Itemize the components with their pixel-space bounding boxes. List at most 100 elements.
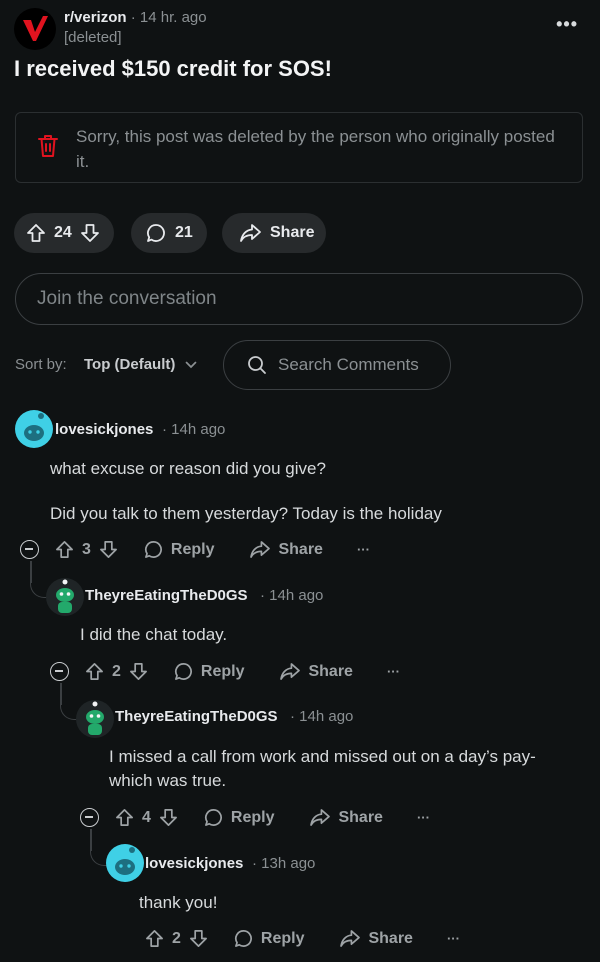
comment-actions: 2 Reply Share ··· — [145, 929, 460, 948]
sort-label: Sort by: — [15, 356, 67, 373]
post-time: 14 hr. ago — [139, 9, 207, 26]
more-options-icon[interactable]: ··· — [357, 542, 370, 557]
reply-button[interactable]: Reply — [144, 540, 215, 559]
subreddit-name[interactable]: r/verizon — [64, 9, 127, 26]
more-options-icon[interactable]: ··· — [417, 810, 430, 825]
search-comments-input[interactable]: Search Comments — [223, 340, 451, 390]
reply-button[interactable]: Reply — [234, 929, 305, 948]
collapse-icon[interactable] — [80, 808, 99, 827]
comment-body: I missed a call from work and missed out… — [109, 747, 536, 790]
post-meta: r/verizon · 14 hr. ago — [64, 9, 207, 26]
avatar[interactable] — [76, 700, 114, 738]
comment-time: 14h ago — [269, 587, 324, 604]
subreddit-avatar[interactable] — [14, 8, 56, 50]
menu-dots-icon[interactable]: ••• — [556, 14, 578, 35]
share-icon — [310, 809, 331, 826]
post-comment-count: 21 — [175, 224, 193, 241]
vote-count: 4 — [142, 808, 151, 826]
upvote-icon[interactable] — [55, 540, 74, 559]
trash-icon — [38, 134, 58, 158]
share-button[interactable]: Share — [340, 930, 413, 948]
share-label: Share — [278, 540, 323, 558]
search-icon — [247, 355, 267, 375]
upvote-icon[interactable] — [145, 929, 164, 948]
comment-actions: 2 Reply Share ··· — [50, 662, 400, 681]
comment-body: Did you talk to them yesterday? Today is… — [50, 504, 442, 523]
comment-icon — [144, 540, 163, 559]
avatar[interactable] — [15, 410, 53, 448]
snoo-avatar-icon — [24, 413, 44, 441]
post-vote-pill: 24 — [14, 213, 114, 253]
reply-label: Reply — [260, 929, 305, 947]
reply-label: Reply — [170, 540, 215, 558]
share-icon — [280, 663, 301, 680]
share-button[interactable]: Share — [310, 808, 383, 827]
sort-dropdown[interactable]: Top (Default) — [84, 356, 197, 373]
share-icon — [240, 224, 261, 242]
deleted-notice-text: Sorry, this post was deleted by the pers… — [76, 127, 555, 171]
comment-username[interactable]: lovesickjones — [55, 421, 153, 438]
share-icon — [340, 930, 361, 947]
meta-separator: · — [260, 587, 265, 604]
post-share-button[interactable]: Share — [222, 213, 326, 253]
share-label: Share — [338, 808, 383, 826]
collapse-icon[interactable] — [50, 662, 69, 681]
comment-meta: · 14h ago — [162, 421, 225, 438]
comment-icon — [146, 223, 166, 243]
downvote-icon[interactable] — [129, 662, 148, 681]
post-vote-count: 24 — [54, 224, 72, 241]
post-comments-button[interactable]: 21 — [131, 213, 207, 253]
comment-actions: 3 Reply Share ··· — [20, 540, 370, 559]
comment-body: what excuse or reason did you give? — [50, 459, 326, 478]
reply-button[interactable]: Reply — [204, 808, 274, 827]
reply-button[interactable]: Reply — [174, 662, 245, 681]
post-share-label: Share — [270, 224, 315, 241]
downvote-icon[interactable] — [159, 808, 178, 827]
meta-separator: · — [162, 421, 167, 438]
comment-username[interactable]: lovesickjones — [145, 855, 243, 872]
comment-meta: · 14h ago — [260, 587, 323, 604]
share-icon — [250, 541, 271, 558]
comment-meta: · 14h ago — [290, 708, 353, 725]
comment-actions: 4 Reply Share ··· — [80, 808, 430, 827]
comment-icon — [174, 662, 193, 681]
vote-count: 2 — [172, 929, 181, 947]
collapse-icon[interactable] — [20, 540, 39, 559]
comment-username[interactable]: TheyreEatingTheD0GS — [115, 708, 278, 725]
upvote-icon[interactable] — [115, 808, 134, 827]
downvote-icon[interactable] — [80, 223, 100, 243]
comment-icon — [234, 929, 253, 948]
avatar[interactable] — [46, 578, 84, 616]
upvote-icon[interactable] — [85, 662, 104, 681]
more-options-icon[interactable]: ··· — [447, 931, 460, 946]
snoo-avatar-icon — [56, 579, 74, 613]
share-label: Share — [308, 662, 353, 680]
join-conversation-input[interactable]: Join the conversation — [15, 273, 583, 325]
post-author: [deleted] — [64, 29, 122, 46]
avatar[interactable] — [106, 844, 144, 882]
verizon-logo — [23, 16, 48, 41]
meta-separator: · — [290, 708, 295, 725]
chevron-down-icon — [185, 361, 197, 369]
downvote-icon[interactable] — [99, 540, 118, 559]
more-options-icon[interactable]: ··· — [387, 664, 400, 679]
vote-count: 3 — [82, 540, 91, 558]
search-comments-placeholder: Search Comments — [278, 355, 419, 374]
reply-label: Reply — [200, 662, 245, 680]
comment-username[interactable]: TheyreEatingTheD0GS — [85, 587, 248, 604]
comment-body: I did the chat today. — [80, 625, 228, 644]
vote-count: 2 — [112, 662, 121, 680]
comment-icon — [204, 808, 223, 827]
comment-time: 14h ago — [299, 708, 354, 725]
share-button[interactable]: Share — [280, 662, 353, 681]
meta-separator: · — [130, 9, 136, 26]
meta-separator: · — [252, 855, 257, 872]
upvote-icon[interactable] — [26, 223, 46, 243]
snoo-avatar-icon — [115, 847, 135, 875]
comment-time: 14h ago — [171, 421, 226, 438]
comment-body: thank you! — [139, 893, 218, 912]
snoo-avatar-icon — [86, 701, 104, 735]
downvote-icon[interactable] — [189, 929, 208, 948]
share-button[interactable]: Share — [250, 540, 323, 559]
comment-meta: · 13h ago — [252, 855, 315, 872]
